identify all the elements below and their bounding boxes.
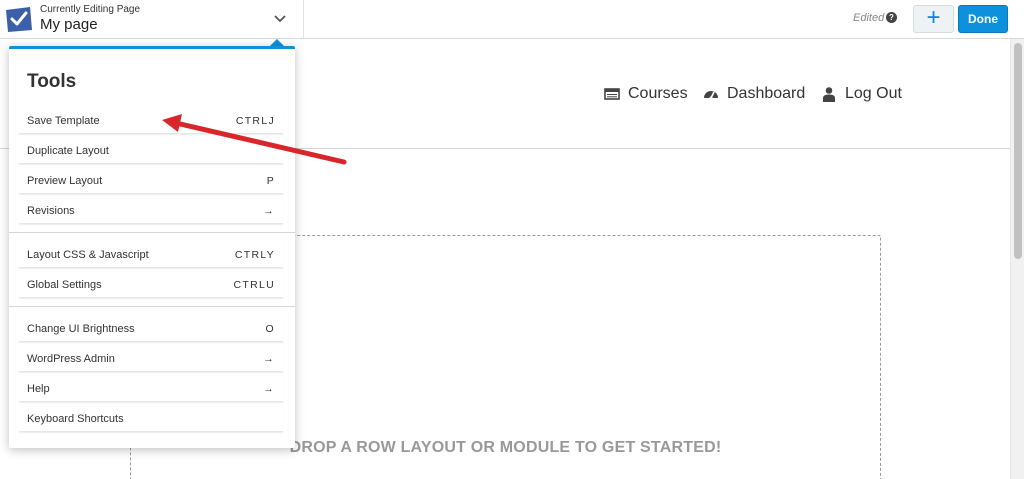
tool-save-template[interactable]: Save Template CTRLJ <box>19 108 283 134</box>
tool-label: Layout CSS & Javascript <box>27 248 149 261</box>
nav-logout[interactable]: Log Out <box>821 85 902 103</box>
tool-shortcut: CTRLU <box>233 278 275 291</box>
courses-icon <box>604 88 620 100</box>
tool-shortcut: CTRLJ <box>235 114 275 127</box>
tool-keyboard-shortcuts[interactable]: Keyboard Shortcuts <box>19 406 283 432</box>
nav-dashboard[interactable]: Dashboard <box>703 85 805 103</box>
nav-dashboard-label: Dashboard <box>727 85 806 102</box>
tool-shortcut: O <box>265 322 275 335</box>
tool-shortcut: → <box>263 352 275 365</box>
tool-label: Revisions <box>27 204 75 217</box>
tool-shortcut: P <box>266 174 275 187</box>
beaver-builder-logo-icon <box>6 7 32 32</box>
tools-title: Tools <box>27 71 77 92</box>
builder-top-bar: Currently Editing Page My page Edited ? … <box>0 0 1024 39</box>
tool-label: Keyboard Shortcuts <box>27 412 124 425</box>
tools-panel: Tools Save Template CTRLJ Duplicate Layo… <box>9 46 295 448</box>
tool-change-ui-brightness[interactable]: Change UI Brightness O <box>19 316 283 342</box>
nav-logout-label: Log Out <box>845 85 902 102</box>
tool-label: Help <box>27 382 50 395</box>
tool-label: Duplicate Layout <box>27 144 109 157</box>
tools-divider <box>9 232 295 233</box>
tools-divider <box>9 306 295 307</box>
tool-label: Save Template <box>27 114 100 127</box>
done-button[interactable]: Done <box>958 5 1008 33</box>
page-name: My page <box>40 16 98 33</box>
tool-duplicate-layout[interactable]: Duplicate Layout <box>19 138 283 164</box>
nav-courses[interactable]: Courses <box>604 85 688 103</box>
edited-status: Edited <box>853 12 885 24</box>
add-content-button[interactable]: + <box>913 5 954 33</box>
tool-label: Preview Layout <box>27 174 103 187</box>
tool-help[interactable]: Help → <box>19 376 283 402</box>
tool-shortcut: → <box>263 204 275 217</box>
tool-shortcut: → <box>263 382 275 395</box>
tool-global-settings[interactable]: Global Settings CTRLU <box>19 272 283 298</box>
vertical-scrollbar[interactable] <box>1010 39 1024 479</box>
tool-revisions[interactable]: Revisions → <box>19 198 283 224</box>
help-icon[interactable]: ? <box>886 12 897 23</box>
user-icon <box>823 87 835 102</box>
tool-wordpress-admin[interactable]: WordPress Admin → <box>19 346 283 372</box>
tool-preview-layout[interactable]: Preview Layout P <box>19 168 283 194</box>
tool-label: WordPress Admin <box>27 352 115 365</box>
tool-layout-css-js[interactable]: Layout CSS & Javascript CTRLY <box>19 242 283 268</box>
dashboard-icon <box>704 91 718 100</box>
tool-shortcut: CTRLY <box>234 248 275 261</box>
tool-label: Change UI Brightness <box>27 322 135 335</box>
page-switcher[interactable]: Currently Editing Page My page <box>0 0 304 39</box>
tool-label: Global Settings <box>27 278 102 291</box>
scrollbar-thumb[interactable] <box>1014 43 1022 259</box>
nav-courses-label: Courses <box>628 85 688 102</box>
currently-editing-label: Currently Editing Page <box>40 4 141 15</box>
chevron-down-icon[interactable] <box>273 12 287 26</box>
